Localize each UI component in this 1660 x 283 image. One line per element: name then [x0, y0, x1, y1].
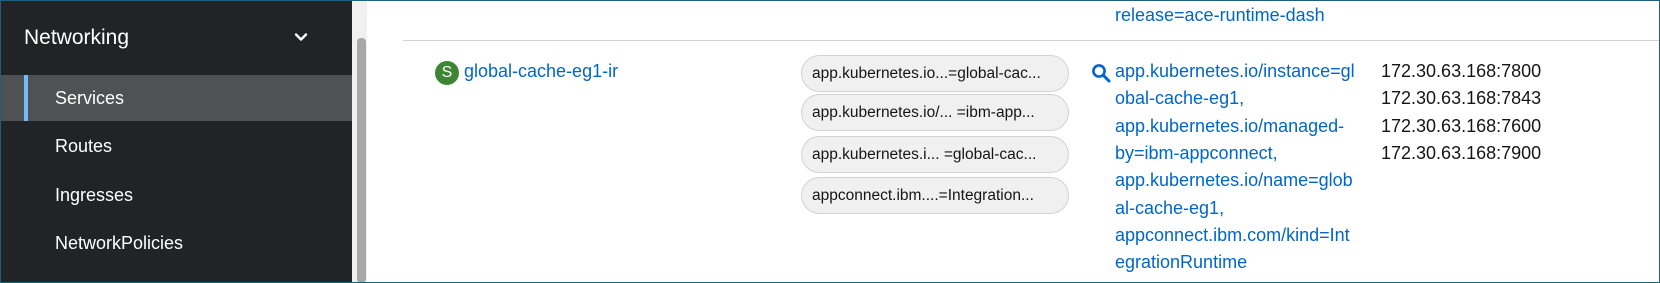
pod-selector-link-line[interactable]: by=ibm-appconnect, [1115, 143, 1278, 164]
sidebar-item-label: Services [55, 88, 125, 108]
sidebar-item-label: NetworkPolicies [55, 233, 184, 253]
pod-selector-link-line[interactable]: al-cache-eg1, [1115, 198, 1224, 219]
endpoint-address: 172.30.63.168:7900 [1381, 143, 1542, 163]
sidebar-item-ingresses[interactable]: Ingresses [0, 172, 352, 218]
pod-selector-link-line[interactable]: app.kubernetes.io/managed- [1115, 116, 1344, 137]
label-chip[interactable]: appconnect.ibm....=Integration... [801, 177, 1069, 214]
pod-selector-link-line[interactable]: app.kubernetes.io/instance=gl [1115, 61, 1355, 82]
sidebar-nav: Networking Services Routes Ingresses Net… [0, 0, 352, 283]
active-indicator [24, 75, 28, 121]
service-name-link[interactable]: global-cache-eg1-ir [464, 61, 618, 82]
service-resource-badge: S [435, 61, 459, 85]
endpoint-address: 172.30.63.168:7800 [1381, 61, 1542, 81]
pod-selector-link-line[interactable]: app.kubernetes.io/name=glob [1115, 170, 1353, 191]
pod-selector-link-line[interactable]: obal-cache-eg1, [1115, 88, 1244, 109]
sidebar-item-label: Routes [55, 136, 113, 156]
nav-section-networking[interactable]: Networking [0, 0, 352, 75]
endpoint-address: 172.30.63.168:7600 [1381, 116, 1542, 136]
label-chip[interactable]: app.kubernetes.i... =global-cac... [801, 136, 1069, 173]
scrollbar-thumb[interactable] [357, 38, 366, 283]
row-divider [403, 40, 1660, 41]
nav-section-title: Networking [24, 26, 130, 49]
pod-selector-link-line[interactable]: appconnect.ibm.com/kind=Int [1115, 225, 1350, 246]
sidebar-item-routes[interactable]: Routes [0, 123, 352, 169]
endpoint-address: 172.30.63.168:7843 [1381, 88, 1542, 108]
pod-selector-link-line[interactable]: egrationRuntime [1115, 252, 1247, 273]
chevron-down-icon [294, 33, 308, 41]
label-chip[interactable]: app.kubernetes.io...=global-cac... [801, 55, 1069, 92]
sidebar-item-services[interactable]: Services [0, 75, 352, 121]
previous-row-selector-link[interactable]: release=ace-runtime-dash [1115, 5, 1325, 26]
sidebar-item-networkpolicies[interactable]: NetworkPolicies [0, 220, 352, 266]
search-icon[interactable] [1091, 63, 1111, 83]
label-chip[interactable]: app.kubernetes.io/... =ibm-app... [801, 94, 1069, 131]
sidebar-item-label: Ingresses [55, 185, 134, 205]
